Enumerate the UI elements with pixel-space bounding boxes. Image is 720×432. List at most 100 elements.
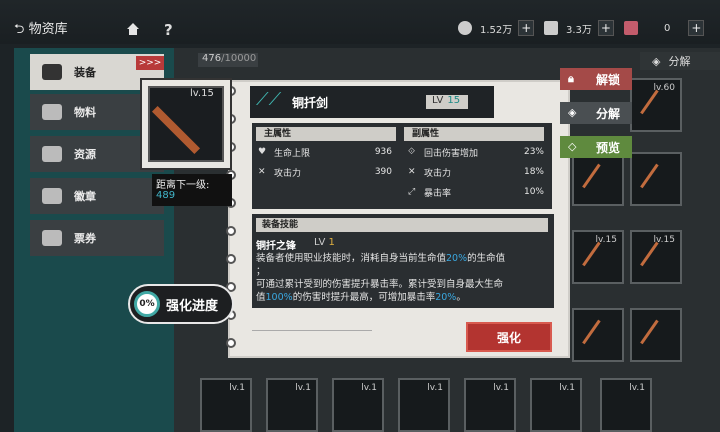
inventory-count: 476/10000 — [198, 53, 258, 67]
inventory-cell[interactable]: lv.1 — [266, 378, 318, 432]
skill-desc-line: 可通过累计受到的伤害提升暴击率。累计受到自身最大生命 — [256, 279, 504, 290]
materials-icon — [42, 104, 62, 120]
weapon-icon — [582, 241, 618, 279]
heart-icon: ♥ — [258, 147, 267, 157]
stat-value: 936 — [374, 147, 392, 157]
inventory-cell[interactable]: lv.1 — [332, 378, 384, 432]
decorative-barcode — [252, 330, 372, 350]
unlock-label: 解锁 — [596, 72, 621, 87]
progress-ring: 0% — [134, 291, 160, 317]
stat-row: ♥ 生命上限 936 — [258, 145, 396, 159]
item-level-value: 15 — [447, 95, 461, 106]
resource-ticket: 0 + — [624, 17, 705, 39]
cell-level: lv.1 — [361, 383, 377, 393]
back-arrow-icon: ⮌ — [14, 22, 25, 37]
inventory-cell[interactable]: lv.1 — [600, 378, 652, 432]
cell-level: lv.1 — [559, 383, 575, 393]
sidebar-item-label: 资源 — [74, 148, 96, 161]
crit-icon: ⤢ — [408, 187, 416, 197]
stat-value: 390 — [374, 167, 392, 177]
sidebar-item-label: 装备 — [74, 66, 96, 79]
inventory-cell[interactable]: lv.1 — [200, 378, 252, 432]
sidebar-item-label: 票券 — [74, 232, 96, 245]
inventory-cell[interactable]: lv.1 — [464, 378, 516, 432]
weapon-icon — [640, 163, 676, 201]
skill-highlight: 20% — [435, 292, 457, 303]
strengthen-button[interactable]: 强化 — [466, 322, 552, 352]
inventory-cell[interactable]: lv.60 — [630, 78, 682, 132]
decompose-label: 分解 — [596, 106, 621, 121]
preview-icon: ◇ — [568, 140, 577, 153]
stat-value: 10% — [523, 187, 544, 197]
add-material-button[interactable]: + — [597, 20, 614, 36]
cell-level: lv.1 — [295, 383, 311, 393]
weapon-icon — [640, 319, 676, 357]
weapon-icon — [582, 163, 618, 201]
help-button[interactable]: ? — [164, 21, 173, 39]
skill-header: 装备技能 — [256, 218, 548, 232]
tickets-icon — [42, 230, 62, 246]
main-attr-header: 主属性 — [256, 127, 396, 141]
inventory-cell[interactable] — [630, 308, 682, 362]
item-level-label: LV — [432, 95, 444, 106]
inventory-cell[interactable] — [630, 152, 682, 206]
stat-value: 23% — [523, 147, 544, 157]
coin-icon — [458, 21, 472, 35]
decompose-icon: ◈ — [568, 106, 577, 119]
stat-label: 攻击力 — [424, 168, 452, 179]
decompose-tab-label: 分解 — [668, 55, 691, 68]
weapon-icon — [640, 241, 676, 279]
stat-row: ✕ 攻击力 18% — [408, 165, 548, 179]
next-level-value: 489 — [156, 190, 176, 201]
skill-level-value: 1 — [328, 237, 335, 248]
inventory-cell[interactable]: lv.1 — [530, 378, 582, 432]
skill-highlight: 20% — [446, 253, 468, 264]
stat-label: 暴击率 — [424, 188, 452, 199]
add-ticket-button[interactable]: + — [688, 20, 705, 36]
unlock-button[interactable]: 🔒︎ 解锁 — [560, 68, 632, 90]
equipment-icon — [42, 64, 62, 80]
crossed-swords-icon: ✕ — [258, 167, 266, 177]
decompose-tab[interactable]: ◈ 分解 — [640, 52, 720, 70]
inventory-cell[interactable] — [572, 152, 624, 206]
skill-desc-line: 装备者使用职业技能时，消耗自身当前生命值20%的生命值 — [256, 253, 506, 264]
cell-level: lv.1 — [427, 383, 443, 393]
cell-level: lv.1 — [629, 383, 645, 393]
sidebar-item-tickets[interactable]: 票券 — [30, 220, 164, 256]
ticket-icon — [624, 21, 638, 35]
sword-type-icon: ⟋⟋ — [256, 89, 282, 110]
inventory-cell[interactable]: lv.15 — [572, 230, 624, 284]
inventory-cell[interactable]: lv.1 — [398, 378, 450, 432]
resources-icon — [42, 146, 62, 162]
preview-button[interactable]: ◇ 预览 — [560, 136, 632, 158]
strengthen-progress[interactable]: 0% 强化进度 — [128, 284, 234, 324]
resource-material-value: 3.3万 — [566, 24, 592, 36]
sidebar-item-label: 徽章 — [74, 190, 96, 203]
selected-badge: >>> — [136, 56, 164, 70]
portrait-level: lv.15 — [190, 88, 214, 99]
skill-level-label: LV — [314, 237, 326, 248]
home-icon[interactable] — [126, 22, 140, 36]
stat-label: 回击伤害增加 — [424, 148, 479, 159]
badges-icon — [42, 188, 62, 204]
add-coin-button[interactable]: + — [518, 20, 535, 36]
stat-row: ⟐ 回击伤害增加 23% — [408, 145, 548, 159]
inventory-cell[interactable]: lv.15 — [630, 230, 682, 284]
resource-coin-value: 1.52万 — [480, 24, 513, 36]
sub-attr-header: 副属性 — [404, 127, 544, 141]
skill-name: 铜扦之锋 — [256, 241, 296, 252]
stat-row: ⤢ 暴击率 10% — [408, 185, 548, 199]
eye-icon: ◈ — [652, 54, 661, 68]
decompose-button[interactable]: ◈ 分解 — [560, 102, 632, 124]
inventory-cell[interactable] — [572, 308, 624, 362]
item-level: LV 15 — [426, 95, 468, 109]
back-button[interactable]: ⮌ 物资库 — [14, 18, 68, 42]
progress-unit: % — [145, 299, 155, 309]
inventory-count-max: /10000 — [221, 53, 257, 64]
skill-desc-line: ； — [256, 266, 266, 277]
item-portrait — [140, 78, 232, 170]
stat-label: 攻击力 — [274, 168, 302, 179]
back-label: 物资库 — [28, 22, 68, 37]
stat-value: 18% — [523, 167, 544, 177]
sidebar-item-badges[interactable]: 徽章 — [30, 178, 164, 214]
